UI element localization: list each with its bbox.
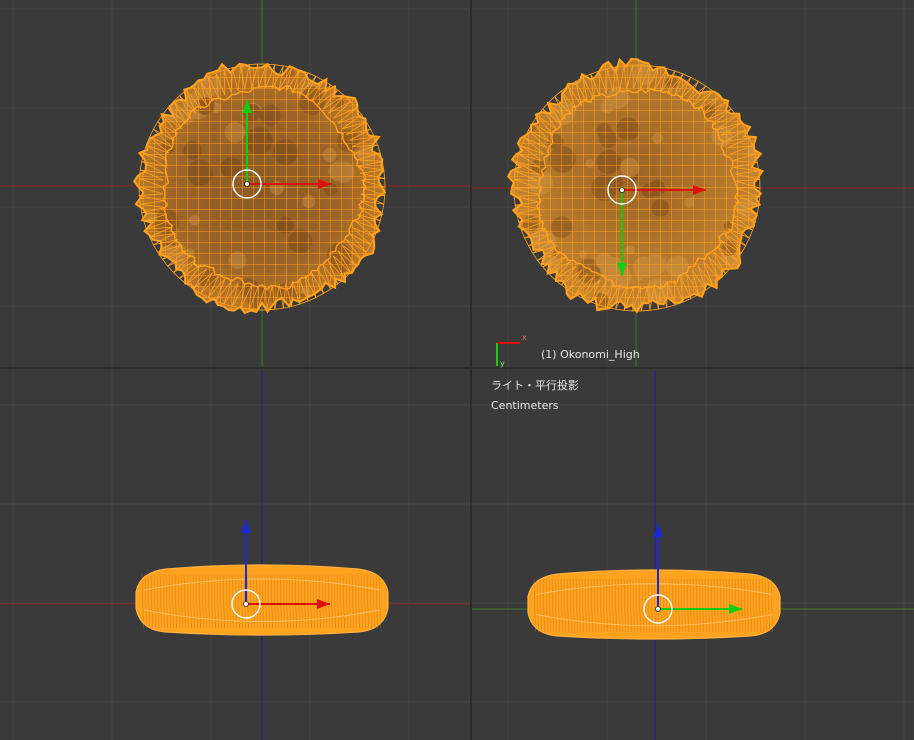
mini-axis-x-label: x — [522, 333, 527, 342]
mini-axis-icon: xy — [496, 333, 527, 368]
vertical-divider — [470, 0, 472, 740]
viewport-canvas[interactable]: xy — [0, 0, 914, 740]
units-label: Centimeters — [491, 399, 559, 412]
world-axes — [0, 0, 914, 740]
mini-axis-y-label: y — [500, 359, 505, 368]
background-grid — [0, 0, 914, 740]
object-name-label: (1) Okonomi_High — [541, 348, 640, 361]
blender-quad-view: xy (1) Okonomi_High ライト・平行投影 Centimeters — [0, 0, 914, 740]
okonomi-mesh-views[interactable] — [121, 46, 781, 640]
okonomi-front-view-mesh — [135, 564, 389, 636]
viewport-dividers[interactable] — [0, 0, 914, 740]
okonomi-top-view-mesh — [132, 62, 387, 315]
view-name-label: ライト・平行投影 — [491, 379, 579, 392]
horizontal-divider — [0, 367, 914, 369]
okonomi-side-view-mesh — [527, 569, 781, 640]
okonomi-right-view-mesh — [506, 57, 765, 314]
